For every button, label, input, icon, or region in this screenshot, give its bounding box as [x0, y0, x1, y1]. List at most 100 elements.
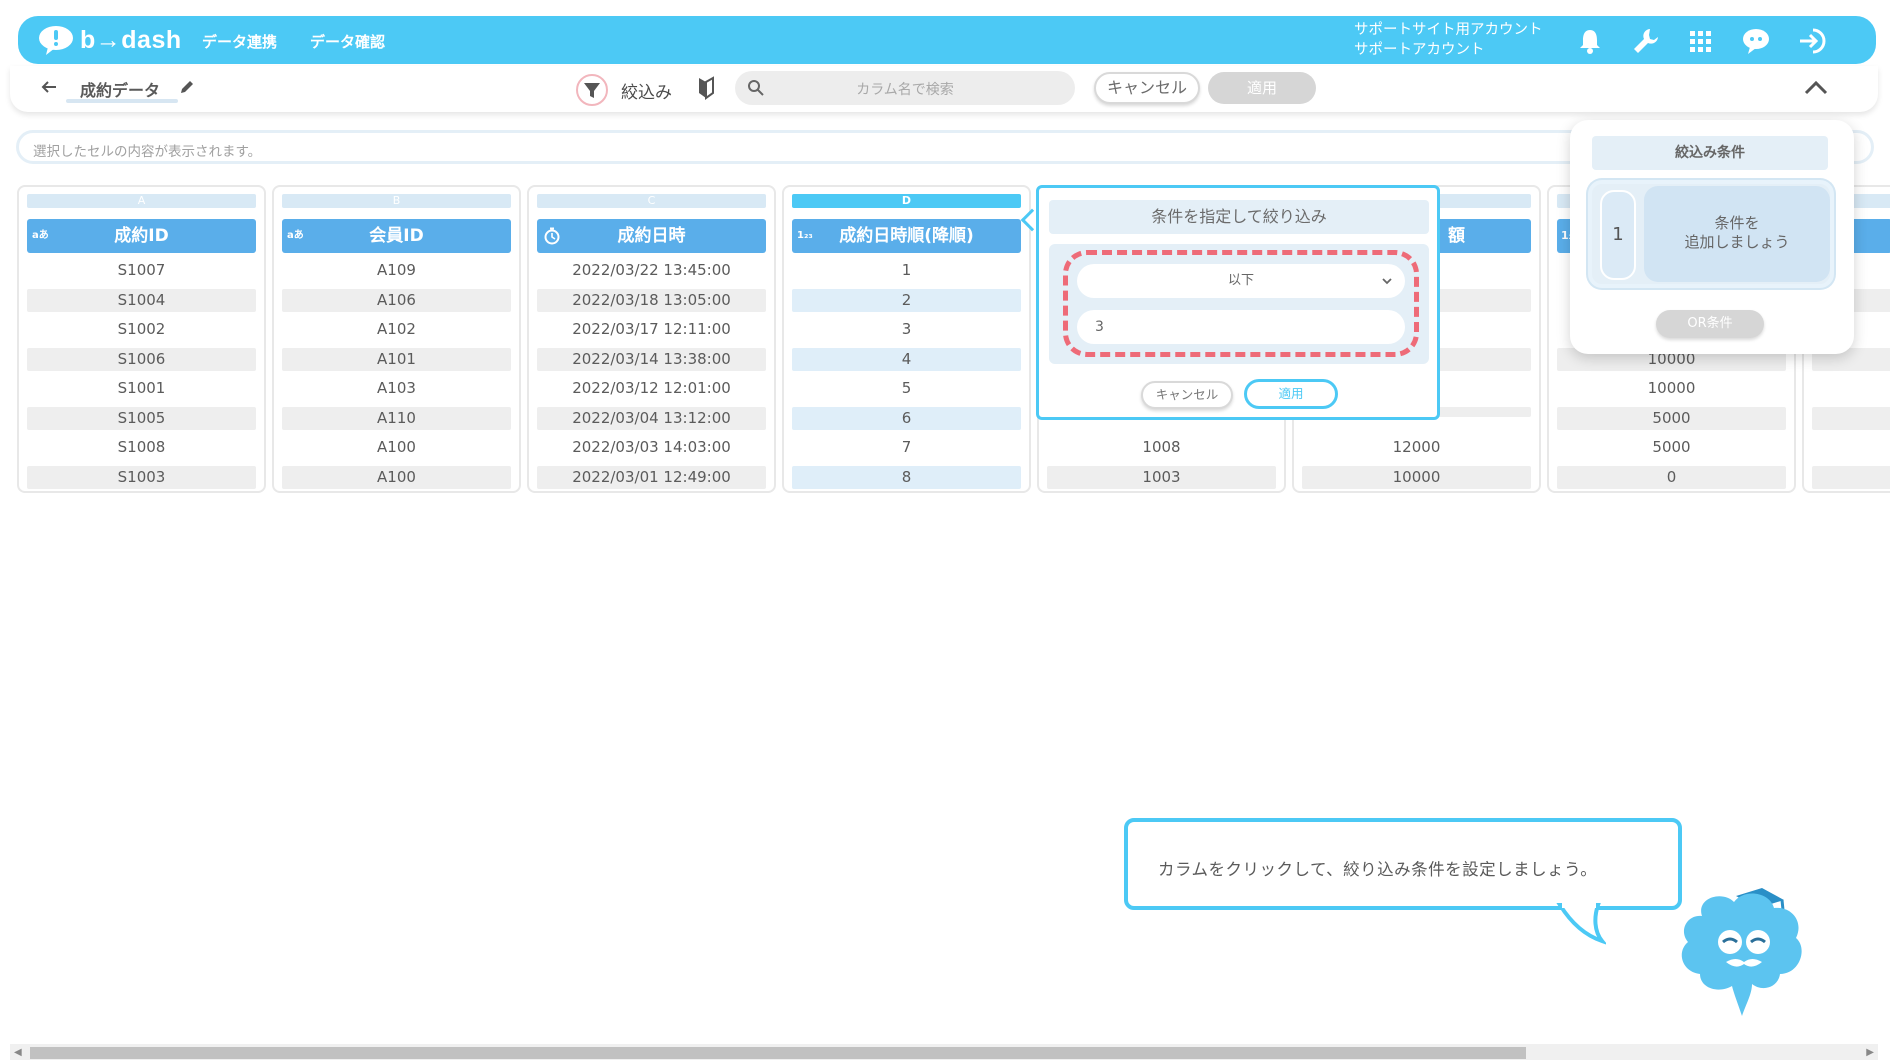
table-cell[interactable] — [1812, 466, 1890, 489]
add-condition-button[interactable]: 条件を 追加しましょう — [1644, 186, 1830, 282]
popover-cancel-button[interactable]: キャンセル — [1141, 381, 1233, 409]
table-cell[interactable]: 8 — [792, 466, 1021, 489]
chat-icon[interactable] — [1740, 25, 1772, 57]
app-window: b→dash データ連携 データ確認 サポートサイト用アカウント サポートアカウ… — [0, 0, 1890, 1063]
table-cell[interactable]: A110 — [282, 407, 511, 430]
condition-value-input[interactable]: 3 — [1077, 310, 1405, 344]
beginner-mark-icon[interactable] — [696, 76, 716, 100]
table-cell[interactable]: S1006 — [27, 348, 256, 371]
filter-conditions-panel: 絞込み条件 1 条件を 追加しましょう OR条件 — [1570, 120, 1854, 354]
column-header[interactable]: 1₂₃ 成約日時順(降順) — [792, 219, 1021, 253]
table-cell[interactable]: 2022/03/04 13:12:00 — [537, 407, 766, 430]
scroll-left-arrow-icon[interactable]: ◀ — [14, 1047, 22, 1058]
column-letter: C — [537, 194, 766, 208]
table-cell[interactable]: 7 — [792, 436, 1021, 459]
table-cell[interactable]: S1001 — [27, 377, 256, 400]
bubble-tail — [1556, 903, 1606, 945]
table-cell[interactable]: 2022/03/01 12:49:00 — [537, 466, 766, 489]
clock-icon — [544, 227, 560, 245]
table-cell[interactable]: 10000 — [1557, 377, 1786, 400]
table-cell[interactable]: 2022/03/17 12:11:00 — [537, 318, 766, 341]
table-cell[interactable]: S1002 — [27, 318, 256, 341]
account-name: サポートアカウント — [1354, 42, 1485, 58]
column-header[interactable]: aあ 会員ID — [282, 219, 511, 253]
bdash-logo[interactable]: b→dash — [36, 22, 182, 58]
back-arrow-icon[interactable] — [40, 77, 58, 97]
table-cell[interactable]: 0 — [1557, 466, 1786, 489]
operator-value: 以下 — [1227, 273, 1254, 288]
bell-icon[interactable] — [1574, 25, 1606, 57]
table-cell[interactable]: 3 — [792, 318, 1021, 341]
filter-label: 絞込み — [621, 83, 672, 103]
horizontal-scrollbar[interactable]: ◀ ▶ — [10, 1044, 1878, 1060]
table-cell[interactable]: A102 — [282, 318, 511, 341]
condition-index: 1 — [1600, 190, 1636, 280]
guide-text: カラムをクリックして、絞り込み条件を設定しましょう。 — [1158, 860, 1598, 879]
column-card-a[interactable]: A aあ 成約ID S1007 S1004 S1002 S1006 S1001 … — [17, 185, 266, 493]
table-cell[interactable]: 2022/03/22 13:45:00 — [537, 259, 766, 282]
table-cell[interactable]: S1007 — [27, 259, 256, 282]
guide-speech-bubble: カラムをクリックして、絞り込み条件を設定しましょう。 — [1124, 818, 1682, 910]
cancel-button[interactable]: キャンセル — [1094, 72, 1200, 104]
nav-data-integration[interactable]: データ連携 — [202, 31, 277, 52]
scrollbar-thumb[interactable] — [30, 1047, 1526, 1059]
chevron-up-icon[interactable] — [1802, 78, 1830, 98]
table-cell[interactable]: 6 — [792, 407, 1021, 430]
or-condition-button[interactable]: OR条件 — [1656, 310, 1764, 338]
table-cell[interactable] — [1812, 407, 1890, 430]
column-name-fragment: 額 — [1448, 226, 1465, 246]
title-underline — [66, 99, 178, 103]
table-cell[interactable]: A106 — [282, 289, 511, 312]
table-cell[interactable]: 1003 — [1047, 466, 1276, 489]
pencil-icon[interactable] — [178, 78, 196, 96]
table-cell[interactable]: A101 — [282, 348, 511, 371]
column-search-input[interactable]: カラム名で検索 — [735, 71, 1075, 105]
table-cell[interactable]: 1 — [792, 259, 1021, 282]
table-cell[interactable]: 1008 — [1047, 436, 1276, 459]
scroll-right-arrow-icon[interactable]: ▶ — [1866, 1047, 1874, 1058]
table-cell[interactable]: 2 — [792, 289, 1021, 312]
table-cell[interactable]: 4 — [792, 348, 1021, 371]
table-cell[interactable]: 12000 — [1302, 436, 1531, 459]
chevron-down-icon — [1382, 278, 1392, 285]
column-name: 会員ID — [369, 226, 424, 246]
table-cell[interactable]: 5000 — [1557, 407, 1786, 430]
table-cell[interactable]: 5 — [792, 377, 1021, 400]
top-header: b→dash データ連携 データ確認 サポートサイト用アカウント サポートアカウ… — [18, 16, 1876, 64]
apply-button[interactable]: 適用 — [1208, 72, 1316, 104]
column-name: 成約日時順(降順) — [839, 226, 974, 246]
table-cell[interactable]: 2022/03/14 13:38:00 — [537, 348, 766, 371]
operator-select[interactable]: 以下 — [1077, 264, 1405, 298]
condition-group-card: 1 条件を 追加しましょう — [1588, 180, 1834, 288]
nav-data-check[interactable]: データ確認 — [310, 31, 385, 52]
wrench-icon[interactable] — [1630, 25, 1662, 57]
number-type-icon: 1₂₃ — [797, 230, 813, 241]
table-cell[interactable]: A100 — [282, 466, 511, 489]
table-cell[interactable]: S1003 — [27, 466, 256, 489]
column-card-c[interactable]: C 成約日時 2022/03/22 13:45:00 2022/03/18 13… — [527, 185, 776, 493]
table-cell[interactable]: 2022/03/12 12:01:00 — [537, 377, 766, 400]
popover-apply-button[interactable]: 適用 — [1244, 379, 1338, 409]
table-cell[interactable]: A103 — [282, 377, 511, 400]
table-cell[interactable]: 2022/03/03 14:03:00 — [537, 436, 766, 459]
account-info[interactable]: サポートサイト用アカウント サポートアカウント — [1354, 20, 1543, 60]
table-cell[interactable]: 2022/03/18 13:05:00 — [537, 289, 766, 312]
column-name: 成約日時 — [617, 226, 686, 246]
column-card-b[interactable]: B aあ 会員ID A109 A106 A102 A101 A103 A110 … — [272, 185, 521, 493]
table-cell[interactable]: A109 — [282, 259, 511, 282]
column-card-d[interactable]: D 1₂₃ 成約日時順(降順) 1 2 3 4 5 6 7 8 — [782, 185, 1031, 493]
column-header[interactable]: 成約日時 — [537, 219, 766, 253]
table-cell[interactable]: 5000 — [1557, 436, 1786, 459]
column-letter: A — [27, 194, 256, 208]
table-cell[interactable]: S1005 — [27, 407, 256, 430]
grid-icon[interactable] — [1684, 25, 1716, 57]
table-cell[interactable]: A100 — [282, 436, 511, 459]
filter-toggle-button[interactable] — [576, 74, 608, 106]
account-site-label: サポートサイト用アカウント — [1354, 22, 1543, 38]
table-cell[interactable]: S1008 — [27, 436, 256, 459]
column-header[interactable]: aあ 成約ID — [27, 219, 256, 253]
table-cell[interactable]: S1004 — [27, 289, 256, 312]
logout-icon[interactable] — [1796, 25, 1828, 57]
popover-title: 条件を指定して絞り込み — [1049, 200, 1429, 234]
table-cell[interactable]: 10000 — [1302, 466, 1531, 489]
